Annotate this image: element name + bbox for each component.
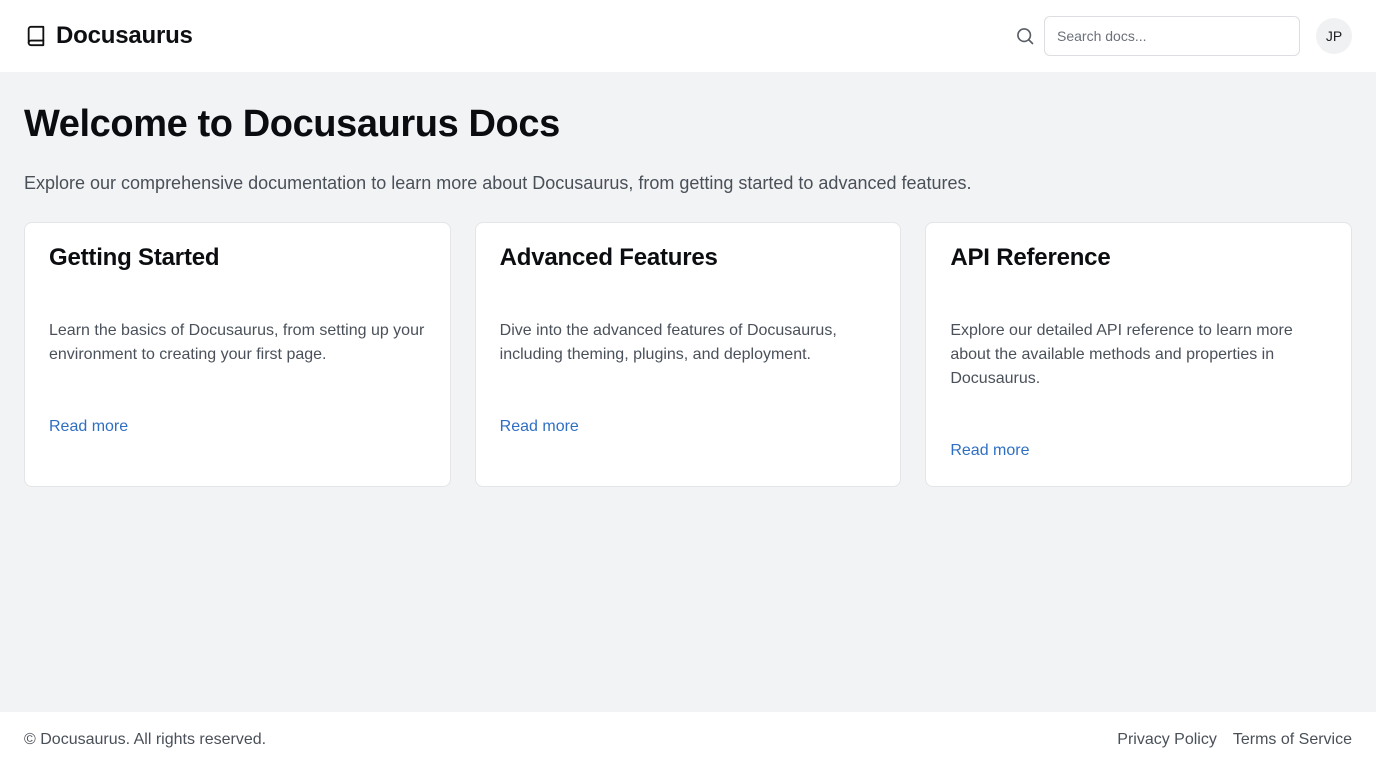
brand[interactable]: Docusaurus bbox=[24, 22, 193, 50]
card-description: Learn the basics of Docusaurus, from set… bbox=[49, 322, 425, 363]
header-actions: JP bbox=[1015, 16, 1352, 56]
copyright-text: © Docusaurus. All rights reserved. bbox=[24, 731, 267, 748]
avatar[interactable]: JP bbox=[1316, 18, 1352, 54]
card-getting-started: Getting Started Learn the basics of Docu… bbox=[24, 222, 451, 487]
brand-title: Docusaurus bbox=[56, 22, 193, 49]
terms-of-service-link[interactable]: Terms of Service bbox=[1233, 731, 1352, 749]
card-description: Dive into the advanced features of Docus… bbox=[499, 322, 837, 363]
privacy-policy-link[interactable]: Privacy Policy bbox=[1117, 731, 1217, 749]
footer: © Docusaurus. All rights reserved. Priva… bbox=[0, 712, 1376, 768]
read-more-link[interactable]: Read more bbox=[950, 439, 1029, 463]
page-subtitle: Explore our comprehensive documentation … bbox=[24, 173, 972, 193]
book-icon bbox=[24, 24, 48, 48]
main-content: Welcome to Docusaurus Docs Explore our c… bbox=[24, 72, 1353, 487]
card-title: Getting Started bbox=[49, 244, 220, 271]
page-title: Welcome to Docusaurus Docs bbox=[24, 103, 560, 145]
search-icon[interactable] bbox=[1015, 26, 1035, 46]
card-title: Advanced Features bbox=[499, 244, 718, 271]
card-advanced-features: Advanced Features Dive into the advanced… bbox=[474, 222, 902, 487]
read-more-link[interactable]: Read more bbox=[49, 415, 128, 439]
card-description: Explore our detailed API reference to le… bbox=[950, 322, 1293, 387]
footer-links: Privacy Policy Terms of Service bbox=[1117, 731, 1352, 749]
card-api-reference: API Reference Explore our detailed API r… bbox=[925, 222, 1353, 487]
card-title: API Reference bbox=[950, 244, 1111, 271]
top-header: Docusaurus JP bbox=[0, 0, 1376, 72]
read-more-link[interactable]: Read more bbox=[500, 415, 579, 439]
search-input[interactable] bbox=[1044, 16, 1300, 56]
card-grid: Getting Started Learn the basics of Docu… bbox=[24, 222, 1353, 487]
